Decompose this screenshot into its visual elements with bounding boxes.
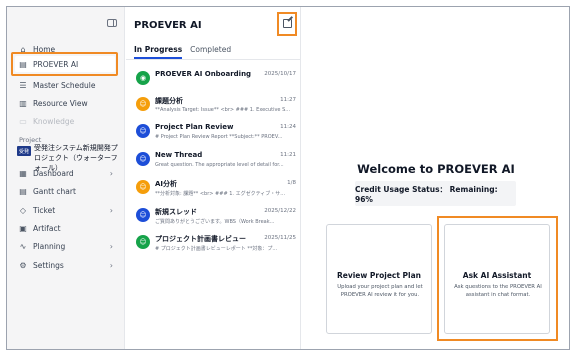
chat-list-item[interactable]: ☺ 新規スレッド 2025/12/22 ご質問ありがとうございます。WBS（Wo… (134, 206, 296, 232)
chat-avatar-icon: ☺ (136, 152, 150, 166)
card-title: Review Project Plan (336, 271, 422, 280)
gear-icon: ⚙ (19, 260, 27, 270)
chat-date: 11:21 (280, 152, 296, 158)
divider (126, 59, 300, 60)
credit-status-badge: Credit Usage Status： Remaining: 96% (355, 181, 516, 206)
sidebar-item-knowledge: ▭ Knowledge (15, 113, 119, 129)
chat-title: 新規スレッド (155, 208, 197, 216)
chat-preview: Great question. The appropriate level of… (155, 162, 284, 168)
sidebar-item-label: Artifact (33, 223, 61, 233)
chat-date: 1/8 (287, 180, 296, 186)
dashboard-icon: ▦ (19, 168, 27, 178)
tab-in-progress[interactable]: In Progress (134, 45, 183, 59)
chat-preview: **分析対象: 課題** <br> ### 1. エグゼクティブ・サ... (155, 191, 286, 197)
chevron-right-icon: › (109, 168, 113, 178)
sidebar: ⌂ Home ▤ PROEVER AI ☰ Master Schedule ▥ … (7, 7, 125, 349)
chevron-right-icon: › (109, 260, 113, 270)
sidebar-item-label: Resource View (33, 98, 88, 108)
sidebar-item-label: Knowledge (33, 116, 75, 126)
sidebar-item-planning[interactable]: ∿ Planning › (15, 238, 119, 254)
bar-chart-icon: ▥ (19, 98, 27, 108)
chat-title: プロジェクト計画書レビュー (155, 235, 246, 243)
sidebar-item-resource-view[interactable]: ▥ Resource View (15, 95, 119, 111)
sidebar-item-label: Settings (33, 260, 64, 270)
chat-tabs: In Progress Completed (134, 45, 239, 59)
chat-list-item[interactable]: ☺ プロジェクト計画書レビュー 2025/11/25 # プロジェクト計画書レビ… (134, 233, 296, 259)
chevron-right-icon: › (109, 241, 113, 251)
main-content: Welcome to PROEVER AI Credit Usage Statu… (302, 7, 569, 349)
welcome-heading: Welcome to PROEVER AI (357, 162, 515, 176)
app-window: ⌂ Home ▤ PROEVER AI ☰ Master Schedule ▥ … (6, 6, 570, 350)
chat-title: Project Plan Review (155, 123, 234, 131)
chat-list-item[interactable]: ◉ PROEVER AI Onboarding 2025/10/17 (134, 69, 296, 95)
ticket-icon: ◇ (19, 205, 27, 215)
chat-title: New Thread (155, 151, 203, 159)
chat-preview: # プロジェクト計画書レビューレポート **対象：プ... (155, 246, 278, 252)
chat-date: 2025/11/25 (264, 235, 296, 241)
sidebar-item-label: Ticket (33, 205, 56, 215)
chat-list-item[interactable]: ☺ Project Plan Review 11:24 # Project Pl… (134, 122, 296, 148)
chat-preview: ご質問ありがとうございます。WBS（Work Break... (155, 219, 275, 225)
book-icon: ▭ (19, 116, 27, 126)
chat-avatar-icon: ◉ (136, 71, 150, 85)
list-icon: ☰ (19, 80, 27, 90)
artifact-icon: ▣ (19, 223, 27, 233)
chat-title: PROEVER AI Onboarding (155, 70, 252, 78)
sidebar-item-gantt-chart[interactable]: ▤ Gantt chart (15, 183, 119, 199)
chat-title: 課題分析 (155, 97, 183, 105)
chat-list-item[interactable]: ☺ 課題分析 11:27 **Analysis Target: Issue** … (134, 95, 296, 121)
sidebar-item-settings[interactable]: ⚙ Settings › (15, 257, 119, 273)
chat-date: 11:24 (280, 124, 296, 130)
sidebar-item-ticket[interactable]: ◇ Ticket › (15, 202, 119, 218)
chat-preview: **Analysis Target: Issue** <br> ### 1. E… (155, 107, 291, 113)
chat-avatar-icon: ☺ (136, 97, 150, 111)
sidebar-item-label: Gantt chart (33, 186, 76, 196)
sidebar-item-label: Master Schedule (33, 80, 96, 90)
review-project-plan-card[interactable]: Review Project Plan Upload your project … (326, 224, 432, 334)
planning-icon: ∿ (19, 241, 27, 251)
chat-preview: # Project Plan Review Report **Subject:*… (155, 134, 283, 140)
sidebar-collapse-icon[interactable] (107, 19, 117, 27)
new-chat-icon[interactable] (283, 19, 292, 28)
chat-date: 2025/10/17 (264, 71, 296, 77)
sidebar-item-artifact[interactable]: ▣ Artifact (15, 220, 119, 236)
chat-list-item[interactable]: ☺ New Thread 11:21 Great question. The a… (134, 150, 296, 176)
chat-list-panel: PROEVER AI In Progress Completed ◉ PROEV… (126, 7, 301, 349)
chevron-right-icon: › (109, 205, 113, 215)
gantt-icon: ▤ (19, 186, 27, 196)
chat-avatar-icon: ☺ (136, 208, 150, 222)
chat-avatar-icon: ☺ (136, 235, 150, 249)
project-badge: 受発 (17, 146, 31, 156)
sidebar-item-label: Dashboard (33, 168, 74, 178)
chat-date: 11:27 (280, 97, 296, 103)
sidebar-item-dashboard[interactable]: ▦ Dashboard › (15, 165, 119, 181)
chat-title: AI分析 (155, 180, 178, 188)
tab-completed[interactable]: Completed (190, 45, 231, 59)
chat-avatar-icon: ☺ (136, 124, 150, 138)
card-description: Upload your project plan and let PROEVER… (337, 284, 423, 298)
panel-title: PROEVER AI (134, 20, 202, 31)
chat-list-item[interactable]: ☺ AI分析 1/8 **分析対象: 課題** <br> ### 1. エグゼク… (134, 178, 296, 204)
chat-avatar-icon: ☺ (136, 180, 150, 194)
highlight-box (11, 52, 118, 76)
highlight-box (437, 216, 558, 341)
sidebar-item-master-schedule[interactable]: ☰ Master Schedule (15, 77, 119, 93)
chat-date: 2025/12/22 (264, 208, 296, 214)
sidebar-item-label: Planning (33, 241, 66, 251)
